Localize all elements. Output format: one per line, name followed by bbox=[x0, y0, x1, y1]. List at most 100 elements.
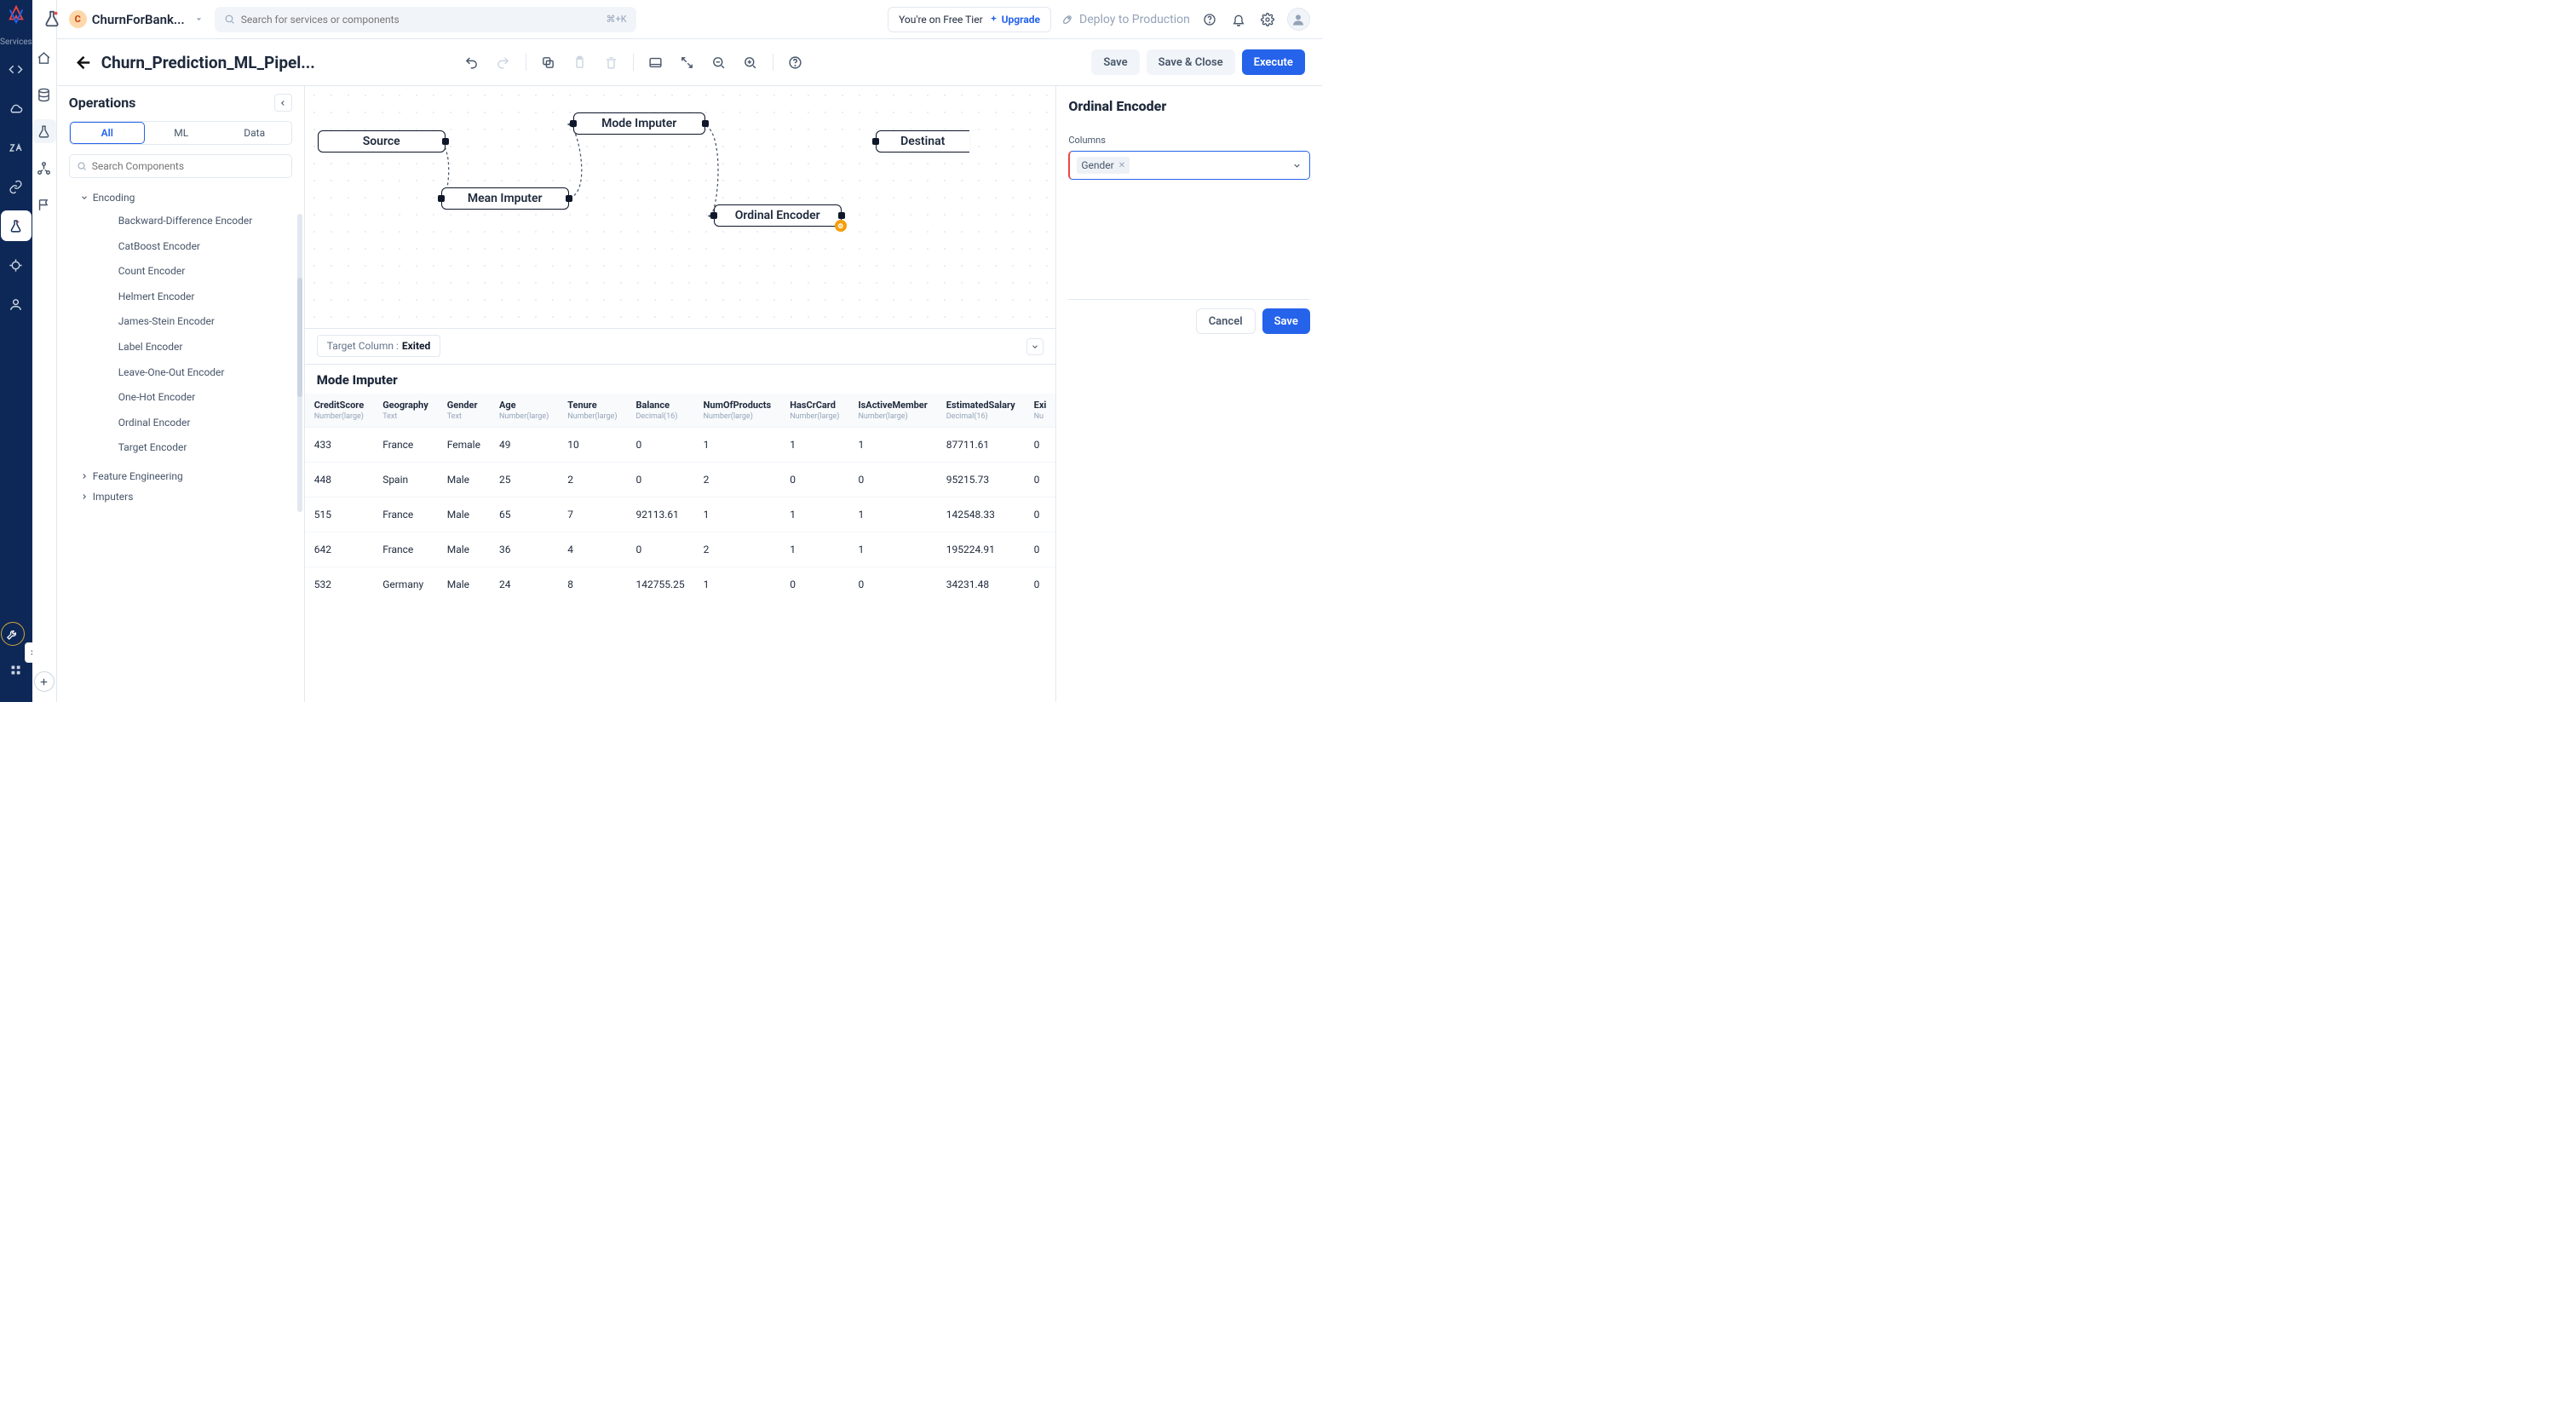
table-header: GeographyText bbox=[373, 394, 438, 428]
tree-leaf[interactable]: Helmert Encoder bbox=[118, 291, 292, 304]
back-button[interactable] bbox=[74, 53, 94, 72]
node-mode-imputer[interactable]: Mode Imputer bbox=[573, 112, 705, 135]
project-selector[interactable]: C ChurnForBank... bbox=[69, 10, 204, 28]
columns-multiselect[interactable]: Gender✕ bbox=[1068, 151, 1310, 180]
tree-imputers[interactable]: Imputers bbox=[69, 486, 292, 507]
flask-badge-icon bbox=[40, 7, 64, 31]
rail-sparkle-icon[interactable] bbox=[1, 250, 32, 280]
ib-database-icon[interactable] bbox=[32, 83, 56, 106]
table-row: 448SpainMale252020095215.730 bbox=[305, 463, 1056, 498]
seg-data[interactable]: Data bbox=[218, 122, 291, 144]
undo-icon[interactable] bbox=[463, 53, 481, 72]
upgrade-link[interactable]: Upgrade bbox=[989, 14, 1040, 26]
search-icon bbox=[77, 161, 87, 171]
table-header: NumOfProductsNumber(large) bbox=[694, 394, 781, 428]
tree-encoding[interactable]: Encoding bbox=[69, 187, 292, 208]
gear-icon[interactable] bbox=[1258, 10, 1277, 29]
props-title: Ordinal Encoder bbox=[1068, 98, 1310, 114]
rail-za-icon[interactable] bbox=[1, 132, 32, 163]
node-ordinal-encoder[interactable]: Ordinal Encoder⚙ bbox=[714, 204, 842, 227]
tree-leaf[interactable]: Target Encoder bbox=[118, 441, 292, 455]
tree-feature-engineering[interactable]: Feature Engineering bbox=[69, 466, 292, 486]
component-search[interactable] bbox=[69, 154, 292, 178]
paste-icon[interactable] bbox=[570, 53, 589, 72]
deploy-button[interactable]: Deploy to Production bbox=[1061, 13, 1190, 26]
toolbar bbox=[463, 53, 805, 72]
pipeline-canvas[interactable]: Source Mean Imputer Mode Imputer Ordinal… bbox=[305, 86, 1056, 329]
help-icon[interactable] bbox=[1200, 10, 1219, 29]
ib-flag-icon[interactable] bbox=[32, 193, 56, 216]
node-mean-imputer[interactable]: Mean Imputer bbox=[441, 187, 569, 210]
tree-leaf[interactable]: Count Encoder bbox=[118, 265, 292, 279]
component-search-input[interactable] bbox=[92, 160, 285, 172]
ib-flask-icon[interactable] bbox=[32, 119, 56, 143]
tree-leaf[interactable]: Ordinal Encoder bbox=[118, 417, 292, 430]
tier-box: You're on Free Tier Upgrade bbox=[888, 7, 1051, 32]
global-search-input[interactable] bbox=[241, 14, 601, 26]
save-button[interactable]: Save bbox=[1091, 49, 1139, 75]
target-column-chip: Target Column : Exited bbox=[317, 335, 441, 357]
sidebar-collapse-button[interactable] bbox=[274, 94, 292, 112]
topbar: C ChurnForBank... ⌘+K You're on Free Tie… bbox=[57, 0, 1322, 39]
rocket-icon bbox=[1061, 13, 1074, 26]
bell-icon[interactable] bbox=[1229, 10, 1248, 29]
bottom-expand-button[interactable] bbox=[1026, 338, 1044, 355]
user-avatar[interactable] bbox=[1287, 8, 1310, 31]
tree-leaf[interactable]: James-Stein Encoder bbox=[118, 315, 292, 329]
redo-icon[interactable] bbox=[494, 53, 513, 72]
node-destination[interactable]: Destinat bbox=[876, 130, 969, 152]
sidebar-scrollbar[interactable] bbox=[297, 214, 302, 512]
zoom-in-icon[interactable] bbox=[741, 53, 760, 72]
preview-title: Mode Imputer bbox=[305, 365, 1056, 394]
layout-icon[interactable] bbox=[647, 53, 665, 72]
rail-flask-icon[interactable] bbox=[1, 210, 32, 241]
main-area: C ChurnForBank... ⌘+K You're on Free Tie… bbox=[57, 0, 1322, 702]
header-actions: Save Save & Close Execute bbox=[1091, 49, 1305, 75]
chip[interactable]: Gender✕ bbox=[1077, 157, 1130, 174]
seg-all[interactable]: All bbox=[70, 122, 145, 144]
rail-cloud-icon[interactable] bbox=[1, 93, 32, 124]
ib-add-button[interactable] bbox=[34, 671, 55, 692]
bottom-panel: Preview Profile Mode Imputer CreditScore… bbox=[305, 329, 1056, 702]
table-row: 532GermanyMale248142755.2510034231.480 bbox=[305, 567, 1056, 602]
table-header: HasCrCardNumber(large) bbox=[780, 394, 848, 428]
services-label: Services bbox=[0, 37, 32, 47]
chevron-down-icon bbox=[193, 14, 204, 25]
app-logo bbox=[7, 5, 26, 24]
ib-home-icon[interactable] bbox=[32, 46, 56, 70]
copy-icon[interactable] bbox=[538, 53, 557, 72]
ib-network-icon[interactable] bbox=[32, 156, 56, 180]
rail-link-icon[interactable] bbox=[1, 171, 32, 202]
table-row: 642FranceMale3640211195224.910 bbox=[305, 532, 1056, 567]
fullscreen-icon[interactable] bbox=[678, 53, 697, 72]
tree-leaf[interactable]: Backward-Difference Encoder bbox=[118, 215, 292, 228]
rail-code-icon[interactable] bbox=[1, 54, 32, 84]
secondary-icon-bar bbox=[32, 0, 57, 702]
chip-remove-icon[interactable]: ✕ bbox=[1118, 161, 1125, 170]
save-close-button[interactable]: Save & Close bbox=[1147, 49, 1235, 75]
tier-text: You're on Free Tier bbox=[899, 14, 983, 26]
tree-leaf[interactable]: Leave-One-Out Encoder bbox=[118, 366, 292, 380]
rail-user-check-icon[interactable] bbox=[1, 289, 32, 319]
tree-leaf[interactable]: One-Hot Encoder bbox=[118, 391, 292, 405]
props-cancel-button[interactable]: Cancel bbox=[1196, 308, 1256, 334]
chevron-right-icon bbox=[80, 472, 89, 480]
rail-tools-icon[interactable] bbox=[1, 622, 25, 646]
properties-panel: Ordinal Encoder Columns Gender✕ Cancel S… bbox=[1055, 86, 1322, 702]
table-header: BalanceDecimal(16) bbox=[626, 394, 693, 428]
tree-leaf[interactable]: CatBoost Encoder bbox=[118, 240, 292, 254]
delete-icon[interactable] bbox=[601, 53, 620, 72]
table-header: CreditScoreNumber(large) bbox=[305, 394, 373, 428]
global-search[interactable]: ⌘+K bbox=[215, 7, 636, 32]
execute-button[interactable]: Execute bbox=[1242, 49, 1305, 75]
seg-ml[interactable]: ML bbox=[145, 122, 218, 144]
node-source[interactable]: Source bbox=[318, 130, 446, 152]
props-actions: Cancel Save bbox=[1068, 299, 1310, 342]
nav-rail: Services bbox=[0, 0, 32, 702]
help-toolbar-icon[interactable] bbox=[785, 53, 804, 72]
zoom-out-icon[interactable] bbox=[710, 53, 728, 72]
ops-filter-segmented: All ML Data bbox=[69, 121, 292, 145]
tree-leaf[interactable]: Label Encoder bbox=[118, 341, 292, 354]
table-header: GenderText bbox=[438, 394, 490, 428]
props-save-button[interactable]: Save bbox=[1262, 308, 1310, 334]
